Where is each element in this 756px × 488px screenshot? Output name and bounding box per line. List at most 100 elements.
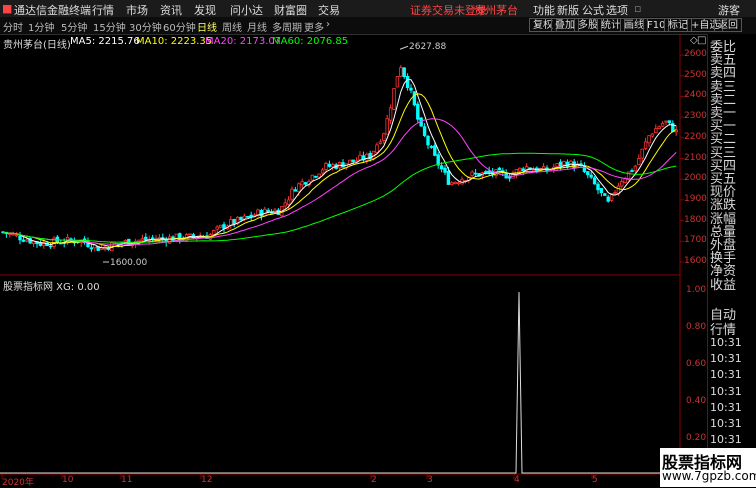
menu-item-shichang[interactable]: 市场 [126,2,148,18]
kline-chart[interactable]: 2627.88 1600.00 [0,34,707,487]
candle-body [473,172,478,175]
candle-body [586,171,590,176]
y-axis-tick: 1800 [684,214,707,225]
tick-time: 10:31 [710,368,742,382]
x-axis-tick: 11 [121,475,133,485]
period-30min[interactable]: 30分钟 [129,19,162,34]
candle-body [643,141,648,149]
menu-item-faxian[interactable]: 发现 [194,2,216,18]
candle-body [657,126,661,130]
period-more[interactable]: 更多 [304,19,324,34]
period-1min[interactable]: 1分钟 [28,19,54,34]
candle-body [310,174,315,181]
indicator-panel [0,291,680,474]
candle-body [239,216,243,221]
candle-body [21,239,26,242]
app-title: 通达信金融终端 [14,4,91,17]
candle-body [443,167,447,173]
ma10-line [2,93,677,248]
menu-item-jiaoyi[interactable]: 交易 [318,2,340,18]
candle-body [263,208,267,216]
menu-bar: ■ 通达信金融终端 行情 市场 资讯 发现 问小达 财富圈 交易 证券交易未登录… [0,0,756,18]
candle-body [212,230,216,235]
back-button[interactable]: 返回 [714,18,742,32]
candle-body [599,188,604,194]
indicator-y-tick: 0.80 [686,322,707,332]
quote-panel: 委比 卖五 卖四 卖三 卖二 卖一 买一 买二 买三 买四 买五 现价 涨跌 涨幅 总量 外盘 换手 净资 收益 自动… [707,34,756,485]
period-multi[interactable]: 多周期 [272,19,302,34]
candle-body [426,135,430,146]
candle-body [327,163,332,167]
y-axis-tick: 2600 [684,49,707,59]
candle-body [358,154,362,161]
candle-body [412,91,417,106]
tick-time: 10:31 [710,400,742,414]
candle-body [402,67,406,78]
menu-item-gongshi[interactable]: 公式 [582,2,604,18]
menu-item-caifuquan[interactable]: 财富圈 [274,2,307,18]
candle-body [150,237,155,240]
candle-body [654,128,658,134]
candle-body [188,233,192,236]
candle-body [140,238,145,241]
period-weekly[interactable]: 周线 [222,19,242,34]
candle-body [144,236,148,241]
menu-item-xinban[interactable]: 新版 [557,2,579,18]
candle-body [351,159,355,162]
candle-body [246,216,250,218]
period-5min[interactable]: 5分钟 [61,19,87,34]
candle-body [518,167,522,172]
indicator-y-tick: 0.20 [686,433,707,443]
candle-body [596,183,600,191]
y-axis-tick: 2400 [684,90,707,101]
y-axis-tick: 2200 [684,131,707,142]
candle-body [664,120,668,123]
y-axis-tick: 1700 [684,235,707,246]
indicator-y-tick: 0.40 [686,396,707,406]
candle-body [14,234,19,237]
candle-body [385,118,389,135]
candle-body [293,189,298,192]
candle-body [562,161,566,166]
x-axis-tick: 5 [592,475,598,485]
candle-body [89,247,94,250]
minimize-icon[interactable]: ▫ [634,2,641,15]
chevron-right-icon[interactable]: › [326,19,330,30]
candle-body [18,235,22,241]
menu-item-gongneng[interactable]: 功能 [533,2,555,18]
candle-body [11,233,15,236]
candle-body [317,173,321,178]
candle-body [487,170,491,173]
candle-body [222,224,226,229]
menu-item-zixun[interactable]: 资讯 [160,2,182,18]
candle-body [382,133,386,141]
candle-body [378,141,383,144]
period-60min[interactable]: 60分钟 [163,19,196,34]
candle-body [603,193,607,196]
guest-label[interactable]: 游客 [718,2,740,18]
tick-time: 10:31 [710,417,742,430]
candle-body [320,169,325,174]
candle-body [388,107,393,121]
menu-item-wenxiaoda[interactable]: 问小达 [230,2,263,18]
y-axis-tick: 2100 [684,152,707,163]
candle-body [331,164,335,168]
period-daily[interactable]: 日线 [197,19,217,34]
menu-item-hangqing[interactable]: 行情 [92,2,114,18]
candle-body [637,158,641,166]
candle-body [555,163,559,167]
candle-body [620,181,624,187]
candle-body [422,126,427,136]
candle-body [405,76,410,89]
x-axis-tick: 2020年 [2,478,34,488]
candle-body [324,163,328,170]
period-15min[interactable]: 15分钟 [93,19,126,34]
period-monthly[interactable]: 月线 [247,19,267,34]
candle-body [647,135,651,144]
candle-body [633,165,638,172]
xg-signal-line [0,291,680,474]
menu-item-xuanxiang[interactable]: 选项 [606,2,628,18]
candle-body [446,170,451,185]
period-fenshi[interactable]: 分时 [3,19,23,34]
y-axis-tick: 2000 [684,173,707,184]
